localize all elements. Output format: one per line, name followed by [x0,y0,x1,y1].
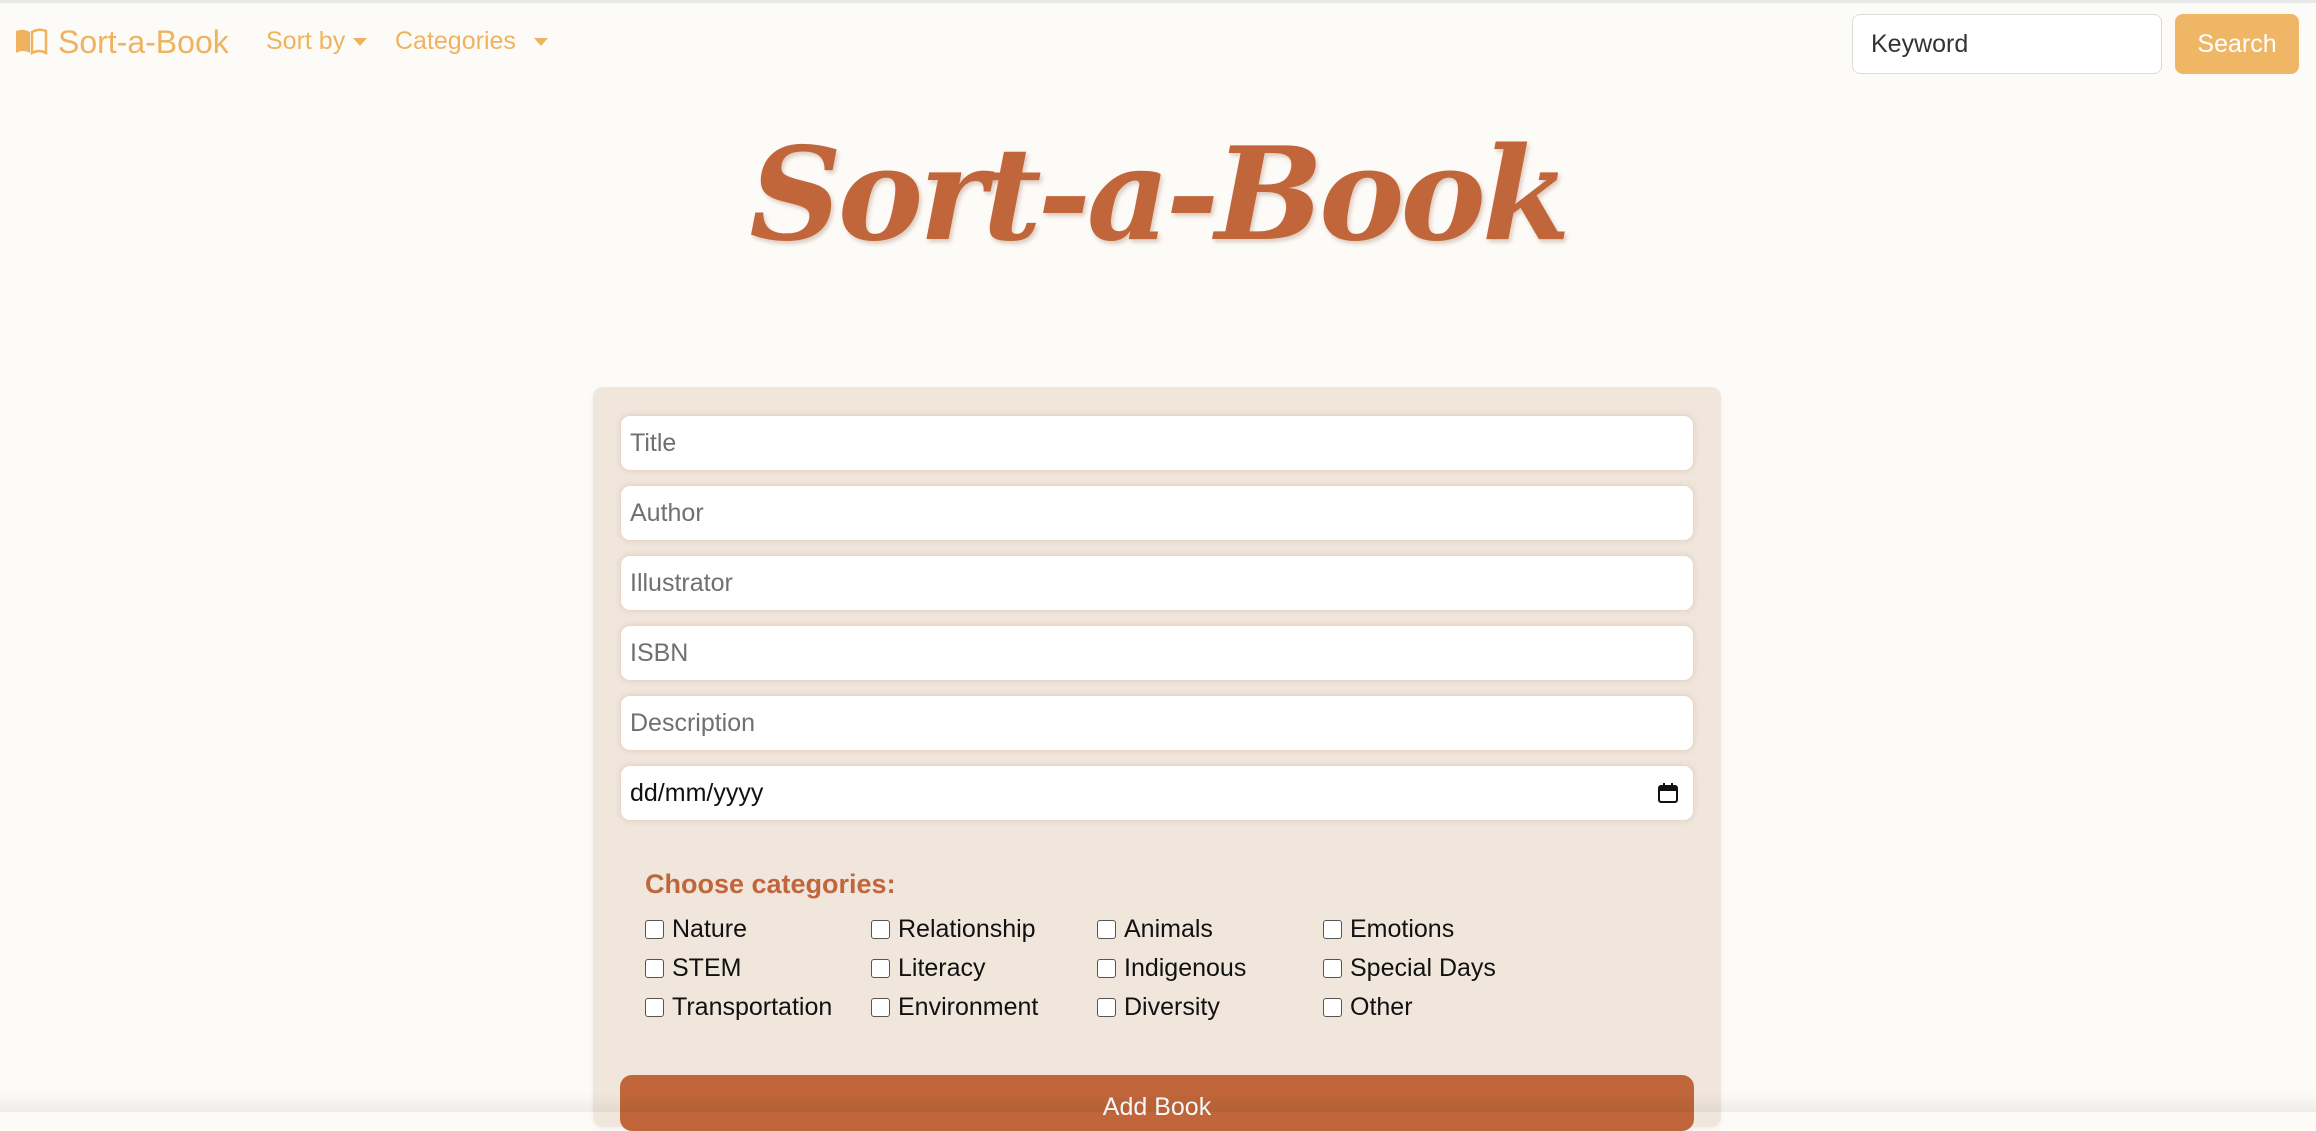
calendar-icon[interactable] [1657,782,1679,804]
checkbox[interactable] [1097,920,1116,939]
date-placeholder: dd/mm/yyyy [630,778,764,807]
category-label: Diversity [1124,993,1220,1021]
checkbox[interactable] [645,959,664,978]
isbn-input[interactable] [620,625,1694,681]
page-title: Sort-a-Book [749,120,1570,270]
category-animals[interactable]: Animals [1097,915,1213,944]
bottom-shadow [0,1092,2316,1112]
category-transportation[interactable]: Transportation [645,993,832,1022]
category-nature[interactable]: Nature [645,915,747,944]
add-book-form: dd/mm/yyyy Choose categories: Nature Rel… [593,387,1721,1131]
category-other[interactable]: Other [1323,993,1413,1022]
title-input[interactable] [620,415,1694,471]
category-diversity[interactable]: Diversity [1097,993,1220,1022]
categories-heading: Choose categories: [645,869,896,899]
checkbox[interactable] [1097,959,1116,978]
keyword-search-input[interactable] [1852,14,2162,74]
book-open-icon [16,28,48,56]
category-literacy[interactable]: Literacy [871,954,986,983]
category-label: Relationship [898,915,1036,943]
date-input[interactable]: dd/mm/yyyy [620,765,1694,821]
category-label: Special Days [1350,954,1496,982]
checkbox[interactable] [871,998,890,1017]
category-relationship[interactable]: Relationship [871,915,1036,944]
navbar: Sort-a-Book Sort by Categories Search [0,3,2316,79]
category-label: Literacy [898,954,986,982]
category-label: Nature [672,915,748,943]
category-label: Transportation [672,993,833,1021]
categories-label: Categories [395,27,516,55]
caret-down-icon [353,37,368,46]
description-input[interactable] [620,695,1694,751]
checkbox[interactable] [1097,998,1116,1017]
checkbox[interactable] [871,959,890,978]
search-button[interactable]: Search [2175,14,2299,74]
caret-down-icon [533,37,548,46]
category-label: Animals [1124,915,1213,943]
category-label: Other [1350,993,1413,1021]
author-input[interactable] [620,485,1694,541]
category-label: Emotions [1350,915,1455,943]
checkbox[interactable] [645,920,664,939]
category-special-days[interactable]: Special Days [1323,954,1496,983]
checkbox[interactable] [1323,920,1342,939]
checkbox[interactable] [645,998,664,1017]
checkbox[interactable] [1323,959,1342,978]
category-label: STEM [672,954,742,982]
brand-link[interactable]: Sort-a-Book [14,21,229,63]
checkbox[interactable] [871,920,890,939]
brand-label: Sort-a-Book [58,23,229,60]
categories-dropdown[interactable]: Categories [395,27,548,56]
category-label: Environment [898,993,1039,1021]
sort-by-dropdown[interactable]: Sort by [266,27,368,56]
category-label: Indigenous [1124,954,1247,982]
category-stem[interactable]: STEM [645,954,741,983]
category-indigenous[interactable]: Indigenous [1097,954,1246,983]
illustrator-input[interactable] [620,555,1694,611]
sort-by-label: Sort by [266,27,346,55]
category-emotions[interactable]: Emotions [1323,915,1454,944]
category-environment[interactable]: Environment [871,993,1038,1022]
checkbox[interactable] [1323,998,1342,1017]
